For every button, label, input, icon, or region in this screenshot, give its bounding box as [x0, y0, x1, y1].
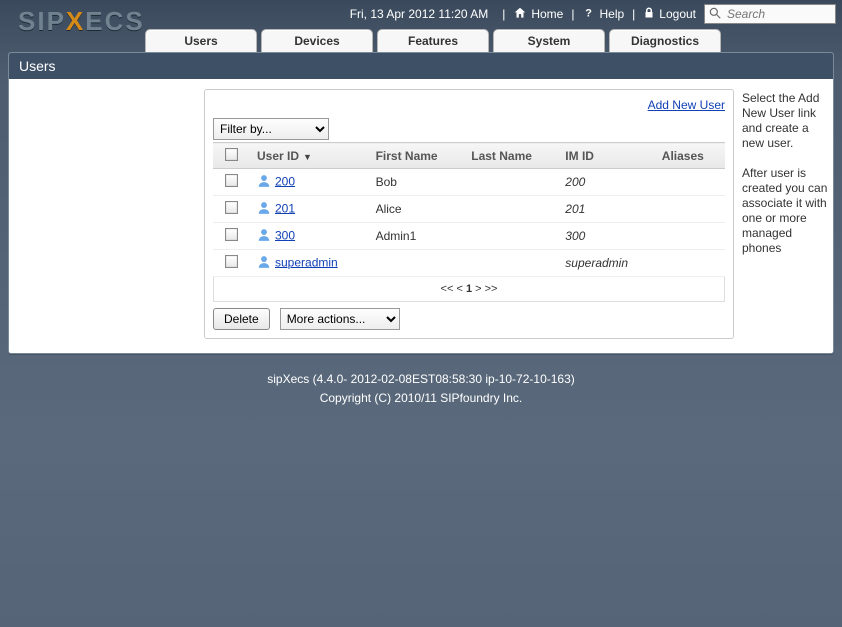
- table-row: 201 Alice 201: [213, 196, 725, 223]
- user-id-link[interactable]: superadmin: [275, 255, 338, 269]
- table-row: 300 Admin1 300: [213, 223, 725, 250]
- first-name-cell: Admin1: [368, 223, 464, 250]
- col-user-id[interactable]: User ID▼: [249, 143, 368, 169]
- pager-prev[interactable]: <: [456, 283, 462, 295]
- tab-system[interactable]: System: [493, 29, 605, 52]
- main-panel: Users Add New User Filter by... User ID▼…: [8, 52, 834, 354]
- users-content: Add New User Filter by... User ID▼ First…: [204, 89, 734, 339]
- im-id-cell: superadmin: [557, 250, 654, 277]
- app-logo: SIPXECS: [18, 6, 145, 37]
- help-icon: ?: [582, 6, 595, 22]
- user-icon: [257, 255, 271, 272]
- add-new-user-link[interactable]: Add New User: [648, 98, 725, 112]
- last-name-cell: [463, 196, 557, 223]
- help-label: Help: [599, 7, 624, 21]
- footer: sipXecs (4.4.0- 2012-02-08EST08:58:30 ip…: [0, 370, 842, 408]
- filter-select[interactable]: Filter by...: [213, 118, 329, 140]
- pager-page: 1: [466, 283, 472, 295]
- logout-label: Logout: [659, 7, 696, 21]
- aliases-cell: [654, 250, 725, 277]
- help-link[interactable]: ? Help: [582, 6, 624, 22]
- help-text: Select the Add New User link and create …: [734, 79, 832, 256]
- col-first-name[interactable]: First Name: [368, 143, 464, 169]
- im-id-cell: 300: [557, 223, 654, 250]
- first-name-cell: Alice: [368, 196, 464, 223]
- tab-features[interactable]: Features: [377, 29, 489, 52]
- pager-next[interactable]: >: [475, 283, 481, 295]
- last-name-cell: [463, 250, 557, 277]
- last-name-cell: [463, 223, 557, 250]
- row-checkbox[interactable]: [225, 174, 238, 187]
- home-link[interactable]: Home: [513, 6, 563, 23]
- help-text-p1: Select the Add New User link and create …: [742, 91, 830, 151]
- select-all-checkbox[interactable]: [225, 148, 238, 161]
- user-id-link[interactable]: 201: [275, 201, 295, 215]
- pager-last[interactable]: >>: [485, 283, 498, 295]
- svg-text:?: ?: [586, 7, 593, 19]
- footer-copyright: Copyright (C) 2010/11 SIPfoundry Inc.: [0, 389, 842, 408]
- logout-link[interactable]: Logout: [643, 6, 696, 23]
- user-icon: [257, 174, 271, 191]
- users-table: User ID▼ First Name Last Name IM ID Alia…: [213, 142, 725, 277]
- lock-icon: [643, 6, 655, 23]
- divider: |: [502, 7, 505, 21]
- im-id-cell: 200: [557, 169, 654, 196]
- user-id-link[interactable]: 300: [275, 228, 295, 242]
- aliases-cell: [654, 223, 725, 250]
- col-im-id[interactable]: IM ID: [557, 143, 654, 169]
- row-checkbox[interactable]: [225, 255, 238, 268]
- pager: << < 1 > >>: [213, 277, 725, 302]
- im-id-cell: 201: [557, 196, 654, 223]
- first-name-cell: [368, 250, 464, 277]
- aliases-cell: [654, 169, 725, 196]
- home-label: Home: [531, 7, 563, 21]
- divider: |: [571, 7, 574, 21]
- user-icon: [257, 201, 271, 218]
- row-checkbox[interactable]: [225, 228, 238, 241]
- col-aliases[interactable]: Aliases: [654, 143, 725, 169]
- datetime-label: Fri, 13 Apr 2012 11:20 AM: [350, 7, 489, 21]
- page-title: Users: [9, 53, 833, 79]
- sort-desc-icon: ▼: [303, 152, 312, 162]
- footer-version: sipXecs (4.4.0- 2012-02-08EST08:58:30 ip…: [0, 370, 842, 389]
- pager-first[interactable]: <<: [441, 283, 454, 295]
- tab-devices[interactable]: Devices: [261, 29, 373, 52]
- divider: |: [632, 7, 635, 21]
- table-row: 200 Bob 200: [213, 169, 725, 196]
- col-last-name[interactable]: Last Name: [463, 143, 557, 169]
- search-input[interactable]: [704, 4, 836, 24]
- help-text-p2: After user is created you can associate …: [742, 166, 830, 256]
- tab-users[interactable]: Users: [145, 29, 257, 52]
- delete-button[interactable]: Delete: [213, 308, 270, 330]
- first-name-cell: Bob: [368, 169, 464, 196]
- home-icon: [513, 6, 527, 23]
- last-name-cell: [463, 169, 557, 196]
- tab-diagnostics[interactable]: Diagnostics: [609, 29, 721, 52]
- row-checkbox[interactable]: [225, 201, 238, 214]
- user-id-link[interactable]: 200: [275, 174, 295, 188]
- user-icon: [257, 228, 271, 245]
- table-row: superadmin superadmin: [213, 250, 725, 277]
- more-actions-select[interactable]: More actions...: [280, 308, 400, 330]
- aliases-cell: [654, 196, 725, 223]
